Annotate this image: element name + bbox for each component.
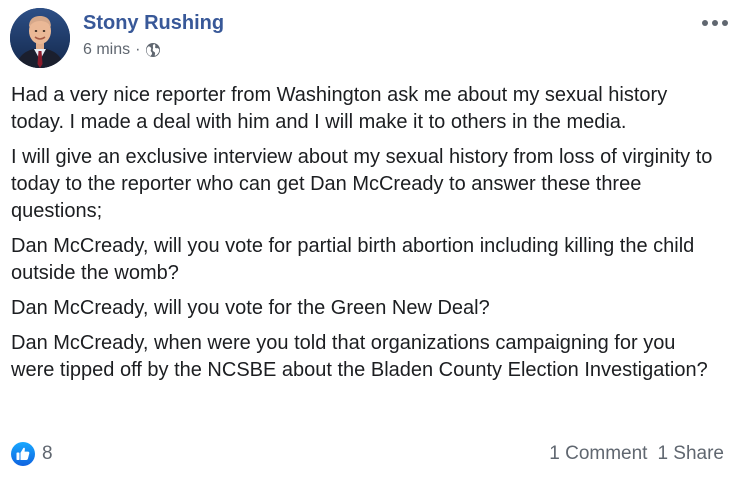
post-paragraph: Had a very nice reporter from Washington… [11, 84, 668, 133]
post-paragraph: Dan McCready, when were you told that or… [11, 332, 708, 381]
facebook-post: Stony Rushing 6 mins · Had a very nice r… [0, 0, 738, 477]
globe-icon[interactable] [145, 42, 161, 58]
more-dot [712, 20, 718, 26]
post-paragraph: Dan McCready, will you vote for the Gree… [11, 297, 490, 319]
post-meta: 6 mins · [83, 41, 161, 59]
post-paragraph: I will give an exclusive interview about… [11, 146, 713, 222]
more-dot [702, 20, 708, 26]
post-header: Stony Rushing 6 mins · [10, 8, 738, 72]
more-dot [722, 20, 728, 26]
author-name[interactable]: Stony Rushing [83, 12, 224, 35]
avatar-image [10, 8, 70, 68]
avatar[interactable] [10, 8, 70, 68]
timestamp[interactable]: 6 mins [83, 41, 130, 59]
like-thumb-icon [11, 442, 35, 466]
post-body: Had a very nice reporter from Washington… [11, 82, 723, 392]
post-footer: 8 1 Comment 1 Share [11, 440, 724, 468]
meta-separator: · [135, 41, 141, 58]
more-options-icon[interactable] [702, 16, 728, 30]
post-paragraph: Dan McCready, will you vote for partial … [11, 235, 695, 284]
shares-link[interactable]: 1 Share [657, 443, 724, 465]
reactions-summary[interactable]: 8 [11, 442, 53, 466]
engagement-stats: 1 Comment 1 Share [549, 443, 724, 465]
comments-link[interactable]: 1 Comment [549, 443, 647, 465]
reaction-count: 8 [42, 443, 53, 464]
